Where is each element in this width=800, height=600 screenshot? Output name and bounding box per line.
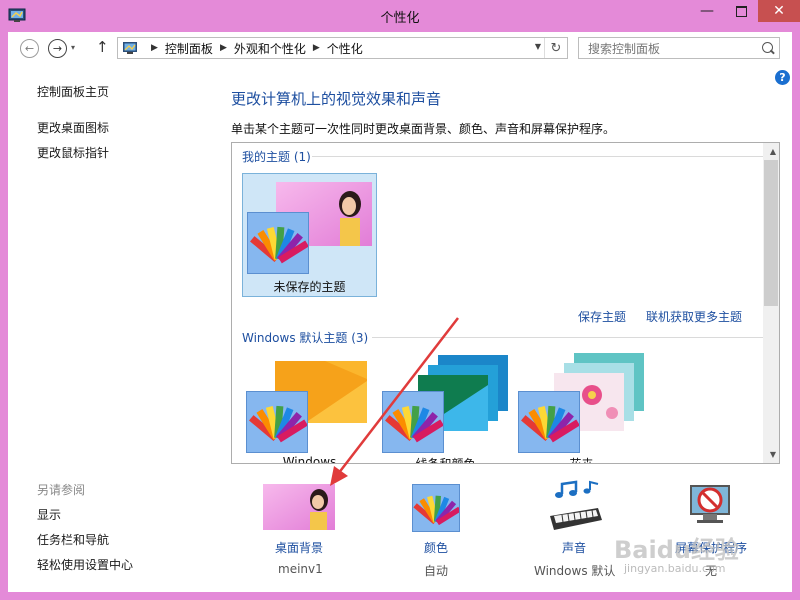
page-title: 更改计算机上的视觉效果和声音: [231, 90, 442, 108]
help-icon[interactable]: ?: [775, 70, 790, 85]
watermark-url: jingyan.baidu.com: [624, 562, 726, 575]
theme-list: 我的主题 (1) 未保存的主题 保存主题 联机获取更多主题 Windows 默认…: [231, 142, 780, 464]
watermark-logo: Baidu经验: [614, 536, 739, 564]
breadcrumb-personalization[interactable]: 个性化: [327, 40, 363, 57]
minimize-icon: —: [700, 3, 714, 19]
my-themes-heading: 我的主题 (1): [242, 150, 311, 164]
minimize-button[interactable]: —: [690, 0, 724, 22]
search-icon[interactable]: [762, 42, 773, 53]
maximize-button[interactable]: [724, 0, 758, 22]
color-palette-icon: [246, 391, 308, 453]
sidebar-change-mouse-pointers[interactable]: 更改鼠标指针: [37, 144, 109, 161]
color-button[interactable]: [412, 484, 462, 532]
save-theme-link[interactable]: 保存主题: [578, 308, 626, 325]
chevron-right-icon[interactable]: ▶: [313, 43, 320, 53]
color-label[interactable]: 颜色: [424, 539, 448, 556]
search-input[interactable]: [586, 40, 760, 58]
divider: [312, 156, 763, 157]
chevron-down-icon[interactable]: ▼: [535, 42, 541, 51]
theme-label: 未保存的主题: [273, 280, 346, 294]
breadcrumb-control-panel[interactable]: 控制面板: [165, 40, 213, 57]
desktop-background-button[interactable]: [263, 484, 335, 533]
see-also-taskbar-navigation[interactable]: 任务栏和导航: [37, 531, 109, 548]
theme-label: 花卉: [569, 457, 594, 464]
window-frame: 个性化 — ✕ ← → ▾ ↑ ▶ 控制面板 ▶ 外观和个性化 ▶ 个性化 ▼ …: [0, 0, 800, 600]
back-arrow-icon: ←: [24, 42, 35, 55]
title-bar: 个性化 — ✕: [0, 0, 800, 32]
vertical-scrollbar[interactable]: ▲ ▼: [763, 143, 779, 463]
theme-tile-windows[interactable]: Windows: [242, 353, 377, 463]
recent-locations-icon[interactable]: ▾: [71, 43, 75, 52]
sound-value: Windows 默认: [534, 564, 616, 578]
scrollbar-thumb[interactable]: [764, 160, 778, 306]
default-themes-heading: Windows 默认主题 (3): [242, 331, 369, 345]
forward-arrow-icon: →: [52, 42, 63, 55]
color-palette-icon: [247, 212, 309, 274]
control-panel-icon: [123, 42, 137, 54]
up-arrow-icon[interactable]: ↑: [96, 38, 109, 56]
refresh-button[interactable]: ↻: [544, 38, 567, 58]
scroll-down-icon[interactable]: ▼: [770, 450, 776, 459]
breadcrumb-appearance[interactable]: 外观和个性化: [234, 40, 306, 57]
theme-label: Windows: [282, 455, 337, 464]
sound-label[interactable]: 声音: [562, 539, 586, 556]
client-area: ← → ▾ ↑ ▶ 控制面板 ▶ 外观和个性化 ▶ 个性化 ▼ ↻ 搜索控制面板…: [8, 32, 792, 592]
address-bar[interactable]: ▶ 控制面板 ▶ 外观和个性化 ▶ 个性化 ▼ ↻: [117, 37, 568, 59]
sidebar-control-panel-home[interactable]: 控制面板主页: [37, 83, 109, 100]
desktop-background-label[interactable]: 桌面背景: [275, 539, 323, 556]
screensaver-icon: [690, 485, 730, 523]
chevron-right-icon[interactable]: ▶: [220, 43, 227, 53]
unsaved-theme-tile[interactable]: 未保存的主题: [242, 173, 377, 297]
close-icon: ✕: [773, 3, 785, 19]
get-more-themes-link[interactable]: 联机获取更多主题: [646, 308, 742, 325]
back-button[interactable]: ←: [20, 39, 39, 58]
forward-button[interactable]: →: [48, 39, 67, 58]
sound-button[interactable]: [548, 480, 604, 539]
theme-tile-lines-and-colors[interactable]: 线条和颜色: [378, 353, 513, 463]
chevron-right-icon[interactable]: ▶: [151, 43, 158, 53]
see-also-heading: 另请参阅: [37, 483, 86, 497]
desktop-background-value: meinv1: [278, 562, 323, 576]
window-title: 个性化: [380, 11, 420, 26]
navigation-bar: ← → ▾ ↑ ▶ 控制面板 ▶ 外观和个性化 ▶ 个性化 ▼ ↻: [8, 32, 792, 64]
see-also-display[interactable]: 显示: [37, 506, 61, 523]
page-description: 单击某个主题可一次性同时更改桌面背景、颜色、声音和屏幕保护程序。: [231, 122, 616, 136]
divider: [372, 337, 763, 338]
color-value: 自动: [424, 564, 449, 578]
color-palette-icon: [412, 484, 462, 532]
sound-icon: [550, 480, 602, 530]
see-also-ease-of-access[interactable]: 轻松使用设置中心: [37, 556, 133, 573]
refresh-icon: ↻: [550, 40, 562, 56]
sidebar-change-desktop-icons[interactable]: 更改桌面图标: [37, 119, 109, 136]
maximize-icon: [735, 5, 747, 17]
theme-label: 线条和颜色: [415, 457, 476, 464]
screensaver-button[interactable]: [683, 480, 735, 535]
scroll-up-icon[interactable]: ▲: [770, 147, 776, 156]
theme-tile-flowers[interactable]: 花卉: [514, 353, 649, 463]
desktop-background-icon: [263, 484, 335, 530]
search-box[interactable]: [578, 37, 780, 59]
color-palette-icon: [518, 391, 580, 453]
close-button[interactable]: ✕: [758, 0, 800, 22]
color-palette-icon: [382, 391, 444, 453]
